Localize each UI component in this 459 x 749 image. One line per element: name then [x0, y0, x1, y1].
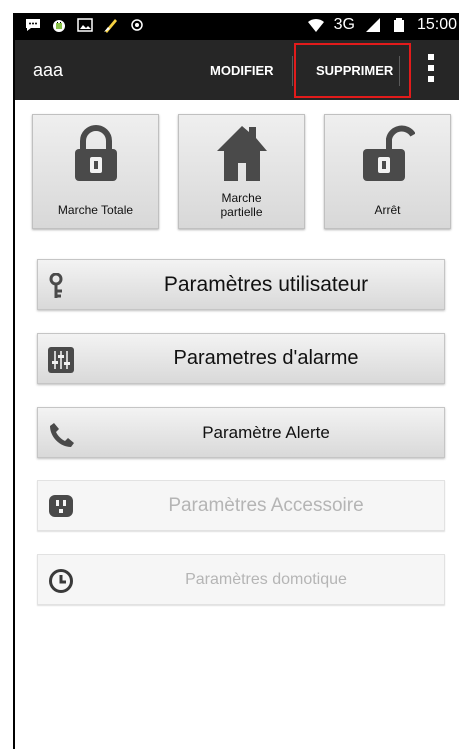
- tile-label-line2: partielle: [220, 205, 263, 219]
- tile-label: Marche partielle: [179, 191, 304, 219]
- signal-icon: [365, 18, 380, 32]
- app-title: aaa: [33, 60, 64, 80]
- lock-closed-icon: [75, 125, 117, 181]
- button-label: Paramètres Accessoire: [168, 494, 364, 516]
- parametres-domotique-button[interactable]: Paramètres domotique: [37, 554, 445, 605]
- tile-label: Marche Totale: [57, 203, 134, 217]
- socket-icon: [49, 495, 73, 517]
- overflow-menu-icon[interactable]: [428, 54, 434, 86]
- parametres-utilisateur-button[interactable]: Paramètres utilisateur: [37, 259, 445, 310]
- parametres-accessoire-button[interactable]: Paramètres Accessoire: [37, 480, 445, 531]
- android-debug-icon: [53, 20, 65, 32]
- action-bar: aaa MODIFIER SUPPRIMER: [15, 40, 459, 100]
- system-icons: 3G 15:00: [307, 16, 457, 34]
- modifier-button[interactable]: MODIFIER: [210, 63, 274, 78]
- arret-button[interactable]: Arrêt: [324, 114, 451, 229]
- tile-label-line1: Marche: [221, 191, 262, 205]
- home-icon: [217, 126, 267, 181]
- highlight-box: [294, 43, 411, 98]
- marche-totale-button[interactable]: Marche Totale: [32, 114, 159, 229]
- parametres-alarme-button[interactable]: Parametres d'alarme: [37, 333, 445, 384]
- battery-icon: [393, 18, 404, 32]
- marche-partielle-button[interactable]: Marche partielle: [178, 114, 305, 229]
- key-icon: [49, 273, 63, 298]
- button-label: Paramètres utilisateur: [163, 272, 369, 296]
- phone-screen: 3G 15:00 aaa MODIFIER SUPPRIMER Marche T…: [13, 13, 459, 749]
- cleaner-icon: [104, 19, 117, 33]
- divider: [399, 56, 400, 86]
- button-label: Parametres d'alarme: [173, 347, 359, 369]
- clock-icon: [49, 569, 73, 593]
- notification-icons: [25, 17, 145, 33]
- image-icon: [77, 18, 93, 32]
- lock-open-icon: [363, 125, 415, 181]
- sliders-icon: [48, 347, 74, 373]
- button-label: Paramètre Alerte: [202, 422, 330, 442]
- status-bar: 3G 15:00: [15, 13, 459, 40]
- phone-icon: [50, 423, 74, 447]
- divider: [292, 56, 293, 86]
- button-label: Paramètres domotique: [185, 570, 347, 588]
- chat-icon: [26, 19, 40, 31]
- parametre-alerte-button[interactable]: Paramètre Alerte: [37, 407, 445, 458]
- wifi-icon: [307, 18, 324, 32]
- tile-label: Arrêt: [374, 203, 401, 217]
- sync-icon: [131, 19, 143, 31]
- network-type: 3G: [333, 16, 355, 33]
- clock: 15:00: [416, 16, 457, 33]
